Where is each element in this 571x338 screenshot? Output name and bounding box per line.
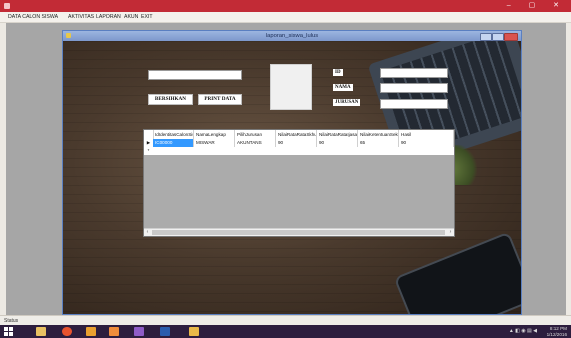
column-header[interactable]: NamaLengkap [194,130,235,139]
column-header[interactable]: PilihJurusan [235,130,276,139]
column-header[interactable]: Hasil [399,130,454,139]
menu-exit[interactable]: EXIT [141,14,153,20]
word-icon[interactable] [160,327,170,336]
report-grid[interactable]: IdIdentitasCalonSis NamaLengkap PilihJur… [143,129,455,237]
clock-time[interactable]: 8:12 PM [547,326,567,332]
grid-cell[interactable]: IC00000 [153,139,194,147]
menu-akun[interactable]: AKUN [124,14,138,20]
report-window-title: laporan_siswa_lulus [265,32,319,39]
sublime-icon[interactable] [86,327,96,336]
print-button[interactable]: PRINT DATA [198,94,242,105]
grid-header: IdIdentitasCalonSis NamaLengkap PilihJur… [144,130,454,139]
menu-laporan[interactable]: LAPORAN [96,14,121,20]
grid-cell[interactable]: AKUNTANS [235,139,276,147]
chrome-icon[interactable] [62,327,72,336]
scroll-thumb[interactable] [152,230,445,235]
app-icon [4,3,10,9]
column-header[interactable]: NilaiRataRataIjasah [317,130,358,139]
menu-aktivitas[interactable]: AKTIVITAS [68,14,94,20]
search-input[interactable] [148,70,242,80]
menu-data-calon-siswa[interactable]: DATA CALON SISWA [8,14,58,20]
window-controls[interactable]: – ▢ ✕ [507,1,567,9]
column-header[interactable]: IdIdentitasCalonSis [153,130,194,139]
id-label: ID [333,69,343,76]
new-row[interactable] [153,147,454,155]
media-player-icon[interactable] [109,327,119,336]
grid-cell[interactable]: 90 [317,139,358,147]
minimize-button[interactable] [480,32,492,41]
menubar: DATA CALON SISWA AKTIVITAS LAPORAN AKUN … [0,12,571,23]
report-window: laporan_siswa_lulus BERSIHKAN PRINT DATA… [62,30,522,315]
tray-icons[interactable]: ▲ ◧ ◉ ▤ ◀ [509,328,537,335]
grid-cell[interactable]: 90 [276,139,317,147]
grid-cell[interactable]: 90 [399,139,454,147]
column-header[interactable]: NilaiRataRataSkhu [276,130,317,139]
report-window-titlebar: laporan_siswa_lulus [63,31,521,41]
photo-box [270,64,312,110]
paint-icon[interactable] [189,327,199,336]
nama-field[interactable] [380,83,448,93]
app-titlebar: – ▢ ✕ [0,0,571,12]
scroll-right-icon[interactable]: › [447,229,454,236]
id-field[interactable] [380,68,448,78]
close-button[interactable] [504,32,518,41]
phone-image [393,231,521,314]
clock-date[interactable]: 1/12/2016 [547,332,567,338]
column-header[interactable]: NilaiKetentuanSeko [358,130,399,139]
nama-label: NAMA [333,84,353,91]
jurusan-label: JURUSAN [333,99,361,106]
grid-cell[interactable]: MISWAR [194,139,235,147]
visual-studio-icon[interactable] [134,327,144,336]
clear-button[interactable]: BERSIHKAN [148,94,193,105]
grid-cell[interactable]: 65 [358,139,399,147]
jurusan-field[interactable] [380,99,448,109]
horizontal-scrollbar[interactable]: ‹ › [144,228,454,236]
file-explorer-icon[interactable] [36,327,46,336]
desk-background: BERSIHKAN PRINT DATA ID NAMA JURUSAN IdI… [63,41,521,314]
taskbar: ▲ ◧ ◉ ▤ ◀ 8:12 PM 1/12/2016 [0,325,571,338]
scroll-left-icon[interactable]: ‹ [144,229,151,236]
status-text: Status [4,318,19,324]
system-tray: ▲ ◧ ◉ ▤ ◀ 8:12 PM 1/12/2016 [509,326,567,338]
maximize-button[interactable] [492,32,504,41]
windows-start-icon[interactable] [4,327,13,336]
